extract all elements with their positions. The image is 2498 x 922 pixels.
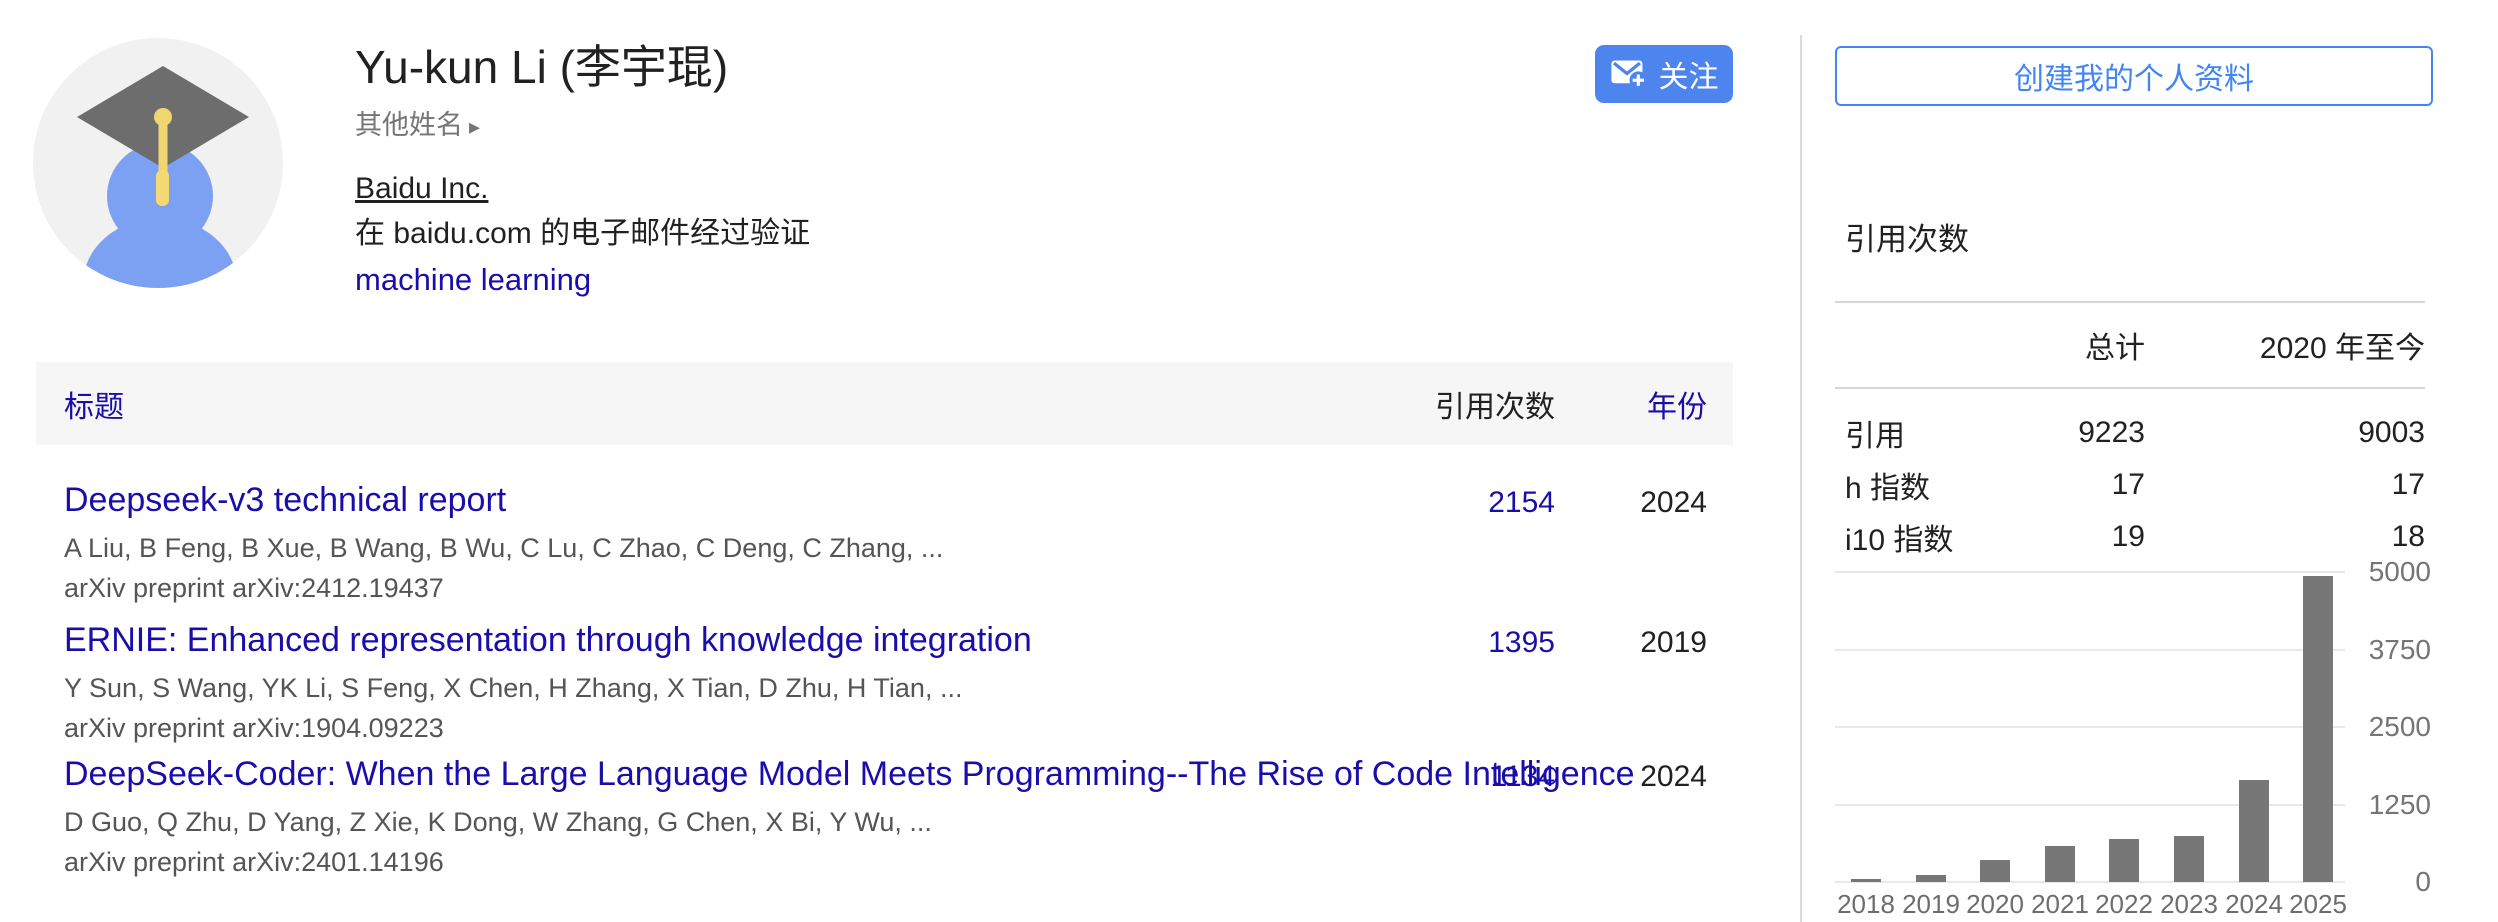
chart-bar-2022[interactable] — [2109, 839, 2139, 882]
citations-chart: 0125025003750500020182019202020212022202… — [1835, 572, 2425, 922]
stats-value-all: 19 — [1985, 520, 2145, 554]
chart-bar-2025[interactable] — [2303, 576, 2333, 882]
stats-row-label: h 指数 — [1835, 463, 1985, 507]
stats-row-label: 引用 — [1835, 411, 1985, 455]
chart-bar-2021[interactable] — [2045, 846, 2075, 882]
chart-y-tick-label: 3750 — [2349, 633, 2431, 667]
chart-gridline — [1835, 726, 2345, 728]
chart-x-tick-label: 2025 — [2278, 890, 2358, 918]
paper-year: 2024 — [1640, 486, 1707, 520]
caret-right-icon: ▸ — [469, 114, 480, 139]
cited-by-count-link[interactable]: 2154 — [1488, 486, 1555, 520]
paper-venue: arXiv preprint arXiv:2401.14196 — [64, 844, 1733, 880]
vertical-divider — [1800, 35, 1802, 922]
stats-row-h-index: h 指数 17 17 — [1835, 459, 2425, 511]
follow-button-label: 关注 — [1659, 52, 1719, 96]
citations-panel-title: 引用次数 — [1845, 220, 1969, 260]
chart-gridline — [1835, 649, 2345, 651]
chart-bar-2024[interactable] — [2239, 780, 2269, 882]
create-profile-button[interactable]: 创建我的个人资料 — [1835, 46, 2433, 106]
paper-venue: arXiv preprint arXiv:2412.19437 — [64, 570, 1733, 606]
stats-value-since: 18 — [2145, 520, 2425, 554]
chart-bar-2019[interactable] — [1916, 875, 1946, 882]
papers-table-header: 标题 引用次数 年份 — [36, 362, 1733, 445]
chart-y-tick-label: 1250 — [2349, 788, 2431, 822]
avatar — [33, 38, 283, 288]
stats-col-total: 总计 — [1985, 323, 2145, 367]
paper-year: 2024 — [1640, 760, 1707, 794]
stats-col-since: 2020 年至今 — [2145, 323, 2425, 367]
envelope-plus-icon — [1610, 59, 1648, 89]
stats-value-all: 17 — [1985, 468, 2145, 502]
verified-email-text: 在 baidu.com 的电子邮件经过验证 — [355, 214, 810, 254]
paper-title-link[interactable]: DeepSeek-Coder: When the Large Language … — [64, 755, 1635, 793]
paper-venue: arXiv preprint arXiv:1904.09223 — [64, 710, 1733, 746]
graduation-cap-avatar-icon — [33, 38, 283, 288]
stats-row-citations: 引用 9223 9003 — [1835, 407, 2425, 459]
other-names-toggle[interactable]: 其他姓名▸ — [355, 108, 480, 144]
paper-row: DeepSeek-Coder: When the Large Language … — [36, 752, 1733, 880]
profile-name: Yu-kun Li (李宇琨) — [355, 38, 728, 96]
stats-value-since: 9003 — [2145, 416, 2425, 450]
follow-button[interactable]: 关注 — [1595, 45, 1733, 103]
chart-gridline — [1835, 571, 2345, 573]
paper-authors: Y Sun, S Wang, YK Li, S Feng, X Chen, H … — [64, 670, 1733, 706]
chart-y-tick-label: 0 — [2349, 865, 2431, 899]
chart-bar-2023[interactable] — [2174, 836, 2204, 882]
paper-year: 2019 — [1640, 626, 1707, 660]
chart-y-tick-label: 2500 — [2349, 710, 2431, 744]
citation-stats-header-row: 总计 2020 年至今 — [1835, 301, 2425, 389]
stats-value-all: 9223 — [1985, 416, 2145, 450]
other-names-label: 其他姓名 — [355, 110, 463, 140]
paper-row: Deepseek-v3 technical report A Liu, B Fe… — [36, 478, 1733, 606]
stats-row-i10-index: i10 指数 19 18 — [1835, 511, 2425, 563]
chart-bar-2018[interactable] — [1851, 879, 1881, 882]
sort-by-citations-label: 引用次数 — [1435, 382, 1555, 426]
paper-authors: A Liu, B Feng, B Xue, B Wang, B Wu, C Lu… — [64, 530, 1733, 566]
chart-y-tick-label: 5000 — [2349, 555, 2431, 589]
paper-row: ERNIE: Enhanced representation through k… — [36, 618, 1733, 746]
stats-value-since: 17 — [2145, 468, 2425, 502]
interest-link[interactable]: machine learning — [355, 260, 591, 300]
cited-by-count-link[interactable]: 1134 — [1490, 760, 1555, 794]
scholar-profile-page: Yu-kun Li (李宇琨) 其他姓名▸ Baidu Inc. 在 baidu… — [0, 0, 2498, 922]
stats-row-label: i10 指数 — [1835, 515, 1985, 559]
citation-stats-table: 总计 2020 年至今 引用 9223 9003 h 指数 17 17 i10 … — [1835, 301, 2425, 563]
chart-bar-2020[interactable] — [1980, 860, 2010, 882]
paper-authors: D Guo, Q Zhu, D Yang, Z Xie, K Dong, W Z… — [64, 804, 1733, 840]
citations-chart-plot: 0125025003750500020182019202020212022202… — [1835, 572, 2345, 882]
cited-by-count-link[interactable]: 1395 — [1488, 626, 1555, 660]
affiliation-link[interactable]: Baidu Inc. — [355, 170, 488, 208]
sort-by-title-link[interactable]: 标题 — [64, 382, 124, 426]
paper-title-link[interactable]: ERNIE: Enhanced representation through k… — [64, 621, 1032, 659]
paper-title-link[interactable]: Deepseek-v3 technical report — [64, 481, 506, 519]
sort-by-year-link[interactable]: 年份 — [1647, 382, 1707, 426]
